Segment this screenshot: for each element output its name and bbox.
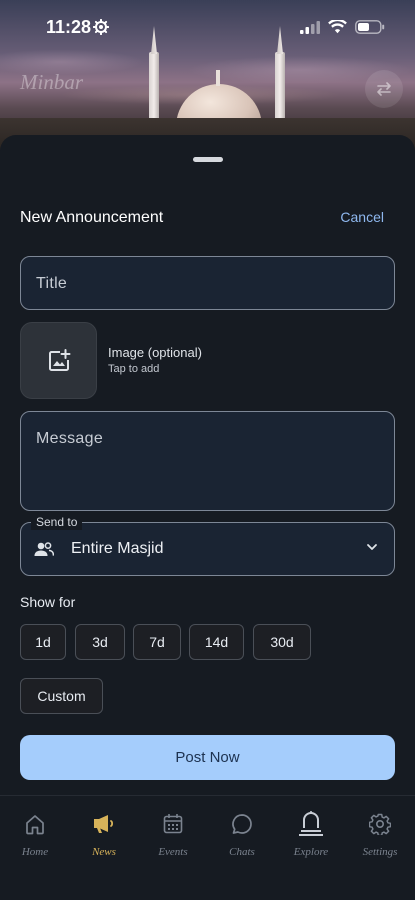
duration-chip-custom[interactable]: Custom	[20, 678, 103, 714]
duration-chip-7d[interactable]: 7d	[133, 624, 181, 660]
status-bar: 11:28	[0, 0, 415, 50]
bottom-tab-bar: Home News Events Chats Explore Settings	[0, 795, 415, 900]
tab-events[interactable]: Events	[143, 810, 203, 858]
duration-chip-1d[interactable]: 1d	[20, 624, 66, 660]
duration-chip-14d[interactable]: 14d	[189, 624, 244, 660]
tab-explore[interactable]: Explore	[281, 810, 341, 858]
chevron-down-icon	[367, 544, 377, 550]
post-now-button[interactable]: Post Now	[20, 735, 395, 780]
tab-news-label: News	[92, 846, 116, 858]
message-placeholder: Message	[36, 430, 104, 447]
cancel-button[interactable]: Cancel	[340, 209, 384, 225]
switch-masjid-button[interactable]	[365, 70, 403, 108]
new-announcement-sheet: New Announcement Cancel Title Image (opt…	[0, 135, 415, 795]
gear-icon	[369, 813, 391, 835]
duration-chip-30d[interactable]: 30d	[253, 624, 311, 660]
add-image-button[interactable]	[20, 322, 97, 399]
tab-home[interactable]: Home	[5, 810, 65, 858]
title-placeholder: Title	[36, 275, 68, 292]
chat-bubble-icon	[232, 814, 252, 834]
add-photo-icon	[48, 348, 70, 371]
people-icon	[34, 542, 54, 556]
sheet-grabber[interactable]	[193, 157, 223, 162]
cellular-signal-icon	[300, 20, 320, 34]
tab-events-label: Events	[158, 846, 188, 858]
swap-arrows-icon	[377, 82, 391, 96]
duration-chip-3d[interactable]: 3d	[75, 624, 125, 660]
brand-logo: Minbar	[20, 70, 83, 94]
title-input[interactable]: Title	[20, 256, 395, 310]
send-to-select[interactable]: Send to Entire Masjid	[20, 514, 395, 576]
image-hint: Tap to add	[108, 363, 160, 375]
wifi-icon	[328, 20, 347, 34]
tab-chats[interactable]: Chats	[212, 810, 272, 858]
sheet-title: New Announcement	[20, 209, 164, 226]
tab-settings-label: Settings	[362, 846, 398, 858]
image-label: Image (optional)	[108, 345, 202, 360]
message-input[interactable]: Message	[20, 411, 395, 511]
tab-chats-label: Chats	[229, 846, 255, 858]
mosque-icon	[299, 811, 323, 836]
tab-settings[interactable]: Settings	[350, 810, 410, 858]
focus-mode-icon	[93, 19, 109, 35]
send-to-label: Send to	[31, 514, 83, 530]
send-to-value: Entire Masjid	[71, 540, 164, 557]
show-for-label: Show for	[20, 594, 76, 610]
battery-icon	[355, 20, 385, 34]
megaphone-icon	[94, 815, 114, 833]
tab-news[interactable]: News	[74, 810, 134, 858]
tab-home-label: Home	[21, 846, 49, 858]
status-time: 11:28	[46, 17, 92, 37]
calendar-icon	[163, 814, 183, 834]
tab-explore-label: Explore	[293, 846, 329, 858]
home-icon	[26, 815, 44, 835]
